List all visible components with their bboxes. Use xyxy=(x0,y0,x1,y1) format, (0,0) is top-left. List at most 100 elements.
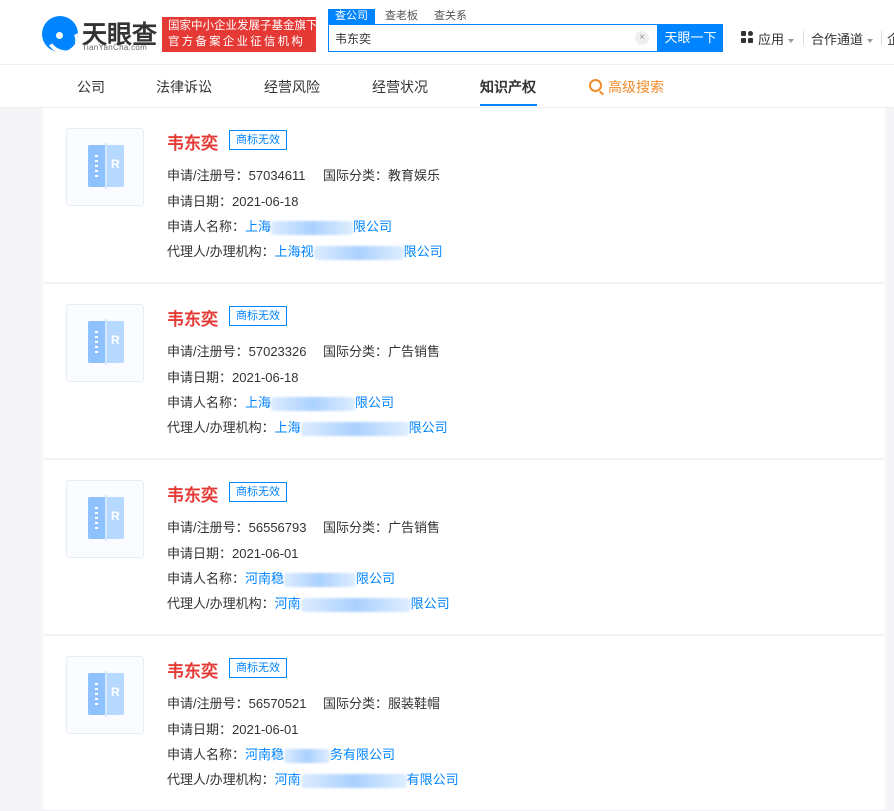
agent-label: 代理人/办理机构： xyxy=(167,596,275,611)
status-badge: 商标无效 xyxy=(229,130,287,150)
tab-intellectual-property[interactable]: 知识产权 xyxy=(480,77,536,97)
date-row: 申请日期：2021-06-18 xyxy=(167,367,299,386)
intl-class-label: 国际分类： xyxy=(323,168,388,183)
date-row: 申请日期：2021-06-18 xyxy=(167,191,299,210)
agent-label: 代理人/办理机构： xyxy=(167,772,275,787)
reg-no-label: 申请/注册号： xyxy=(167,344,249,359)
agent-row: 代理人/办理机构：河南有限公司 xyxy=(167,769,459,788)
date-row: 申请日期：2021-06-01 xyxy=(167,543,299,562)
agent-link[interactable]: 上海视限公司 xyxy=(275,244,443,259)
applicant-label: 申请人名称： xyxy=(167,571,245,586)
reg-no-label: 申请/注册号： xyxy=(167,168,249,183)
apply-date-value: 2021-06-18 xyxy=(232,370,299,385)
trademark-thumbnail[interactable]: R xyxy=(66,480,144,558)
tab-business-status[interactable]: 经营状况 xyxy=(372,77,428,97)
agent-row: 代理人/办理机构：上海视限公司 xyxy=(167,241,443,260)
logo-subtitle: TianYanCha.com xyxy=(82,43,147,52)
chevron-down-icon xyxy=(788,39,794,43)
trademark-thumbnail[interactable]: R xyxy=(66,128,144,206)
divider xyxy=(803,31,804,45)
intl-class-value: 广告销售 xyxy=(388,520,440,535)
trademark-name[interactable]: 韦东奕 xyxy=(167,481,218,506)
divider xyxy=(881,31,882,45)
reg-no-value: 56556793 xyxy=(249,520,307,535)
intl-class-value: 服装鞋帽 xyxy=(388,696,440,711)
apply-date-value: 2021-06-01 xyxy=(232,546,299,561)
site-logo[interactable]: 天眼查 TianYanCha.com xyxy=(42,16,160,52)
trademark-thumbnail[interactable]: R xyxy=(66,304,144,382)
reg-row: 申请/注册号：56556793 国际分类：广告销售 xyxy=(167,517,306,536)
agent-row: 代理人/办理机构：上海限公司 xyxy=(167,417,448,436)
trademark-name[interactable]: 韦东奕 xyxy=(167,129,218,154)
reg-no-label: 申请/注册号： xyxy=(167,520,249,535)
active-tab-indicator xyxy=(480,104,537,106)
intl-class-label: 国际分类： xyxy=(323,696,388,711)
reg-row: 申请/注册号：57034611 国际分类：教育娱乐 xyxy=(167,165,306,184)
trademark-name[interactable]: 韦东奕 xyxy=(167,657,218,682)
enterprise-menu[interactable]: 企 xyxy=(887,29,894,48)
applicant-link[interactable]: 河南稳务有限公司 xyxy=(245,747,395,762)
tab-legal[interactable]: 法律诉讼 xyxy=(156,77,212,97)
partner-channel-menu[interactable]: 合作通道 xyxy=(811,29,873,48)
apply-date-value: 2021-06-18 xyxy=(232,194,299,209)
slogan-line-2: 官方备案企业征信机构 xyxy=(168,35,310,51)
grid-icon xyxy=(741,31,754,44)
slogan-banner: 国家中小企业发展子基金旗下 官方备案企业征信机构 xyxy=(162,17,316,52)
tab-search-company[interactable]: 查公司 xyxy=(328,9,375,24)
intl-class: 国际分类：服装鞋帽 xyxy=(323,693,440,712)
reg-no-value: 57023326 xyxy=(249,344,307,359)
status-badge: 商标无效 xyxy=(229,658,287,678)
trademark-card[interactable]: R 韦东奕 商标无效 申请/注册号：56556793 国际分类：广告销售 申请日… xyxy=(43,460,885,635)
applicant-link[interactable]: 上海限公司 xyxy=(245,219,392,234)
apply-date-label: 申请日期： xyxy=(167,546,232,561)
apply-date-label: 申请日期： xyxy=(167,722,232,737)
trademark-card[interactable]: R 韦东奕 商标无效 申请/注册号：57023326 国际分类：广告销售 申请日… xyxy=(43,284,885,459)
apply-date-label: 申请日期： xyxy=(167,370,232,385)
applicant-link[interactable]: 河南稳限公司 xyxy=(245,571,395,586)
applicant-row: 申请人名称：河南稳务有限公司 xyxy=(167,744,395,763)
agent-link[interactable]: 河南限公司 xyxy=(275,596,450,611)
status-badge: 商标无效 xyxy=(229,482,287,502)
top-header: 天眼查 TianYanCha.com 国家中小企业发展子基金旗下 官方备案企业征… xyxy=(0,0,894,65)
agent-link[interactable]: 上海限公司 xyxy=(275,420,448,435)
advanced-search-link[interactable]: 高级搜索 xyxy=(589,77,664,97)
intl-class-label: 国际分类： xyxy=(323,520,388,535)
status-badge: 商标无效 xyxy=(229,306,287,326)
eye-logo-icon xyxy=(42,16,78,52)
reg-row: 申请/注册号：57023326 国际分类：广告销售 xyxy=(167,341,306,360)
applicant-row: 申请人名称：上海限公司 xyxy=(167,216,392,235)
tab-business-risk[interactable]: 经营风险 xyxy=(264,77,320,97)
book-icon: R xyxy=(88,495,124,541)
search-icon xyxy=(589,79,602,92)
apps-label: 应用 xyxy=(758,29,794,48)
clear-icon[interactable]: × xyxy=(635,31,649,45)
category-nav: 公司 法律诉讼 经营风险 经营状况 知识产权 高级搜索 xyxy=(0,65,894,108)
intl-class-label: 国际分类： xyxy=(323,344,388,359)
intl-class: 国际分类：广告销售 xyxy=(323,341,440,360)
applicant-label: 申请人名称： xyxy=(167,395,245,410)
trademark-card[interactable]: R 韦东奕 商标无效 申请/注册号：57034611 国际分类：教育娱乐 申请日… xyxy=(43,108,885,283)
agent-label: 代理人/办理机构： xyxy=(167,244,275,259)
book-icon: R xyxy=(88,319,124,365)
tab-search-boss[interactable]: 查老板 xyxy=(385,9,418,24)
applicant-row: 申请人名称：上海限公司 xyxy=(167,392,394,411)
tab-company[interactable]: 公司 xyxy=(77,77,105,97)
book-icon: R xyxy=(88,143,124,189)
apply-date-value: 2021-06-01 xyxy=(232,722,299,737)
trademark-card[interactable]: R 韦东奕 商标无效 申请/注册号：56570521 国际分类：服装鞋帽 申请日… xyxy=(43,636,885,811)
applicant-label: 申请人名称： xyxy=(167,747,245,762)
trademark-name[interactable]: 韦东奕 xyxy=(167,305,218,330)
search-input[interactable] xyxy=(335,30,625,46)
reg-no-label: 申请/注册号： xyxy=(167,696,249,711)
trademark-thumbnail[interactable]: R xyxy=(66,656,144,734)
agent-link[interactable]: 河南有限公司 xyxy=(275,772,459,787)
agent-row: 代理人/办理机构：河南限公司 xyxy=(167,593,450,612)
tab-search-relation[interactable]: 查关系 xyxy=(434,9,467,24)
slogan-line-1: 国家中小企业发展子基金旗下 xyxy=(168,19,310,35)
applicant-link[interactable]: 上海限公司 xyxy=(245,395,394,410)
intl-class: 国际分类：广告销售 xyxy=(323,517,440,536)
search-button[interactable]: 天眼一下 xyxy=(658,24,723,52)
search-box: × xyxy=(328,24,658,52)
intl-class-value: 广告销售 xyxy=(388,344,440,359)
intl-class-value: 教育娱乐 xyxy=(388,168,440,183)
